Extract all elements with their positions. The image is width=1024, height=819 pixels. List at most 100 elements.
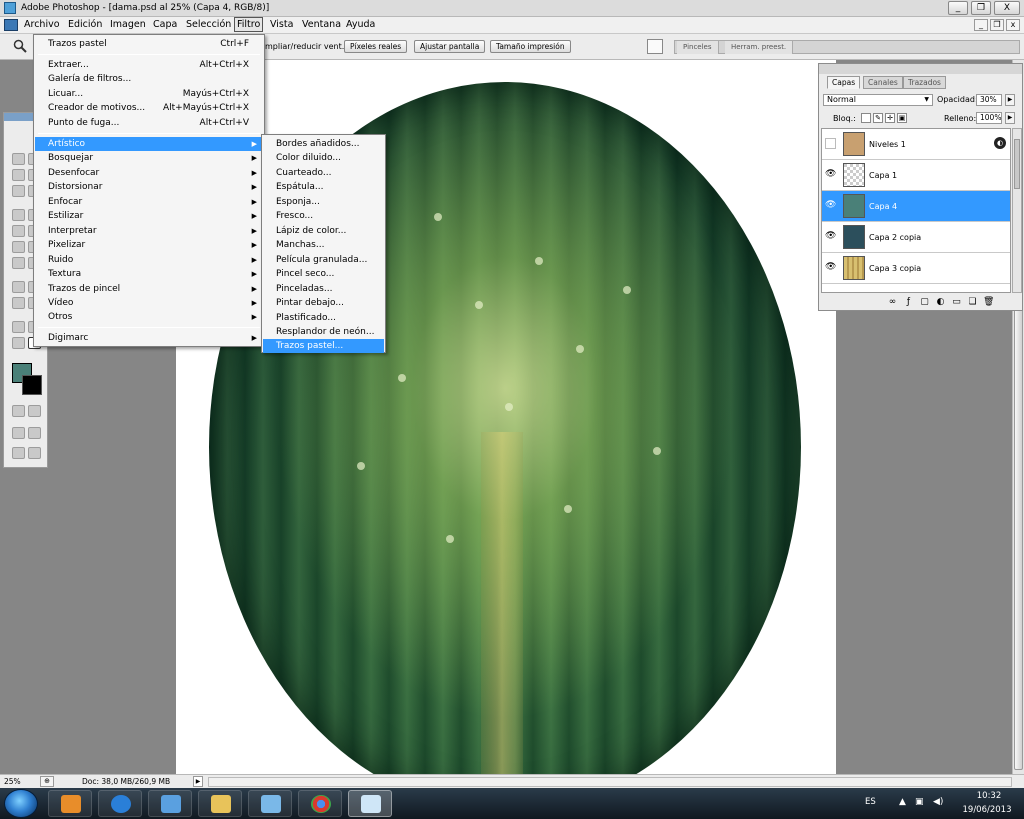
menu-item-extraer[interactable]: Extraer... Alt+Ctrl+X: [35, 58, 263, 72]
menu-item-bosquejar[interactable]: Bosquejar ▶: [35, 151, 263, 165]
fill-slider-arrow[interactable]: ▶: [1005, 112, 1015, 124]
clock-date[interactable]: 19/06/2013: [961, 805, 1013, 815]
language-indicator[interactable]: ES: [865, 797, 876, 807]
notes-tool-icon[interactable]: [12, 321, 25, 333]
submenu-item-lapiz-color[interactable]: Lápiz de color...: [263, 224, 384, 238]
path-selection-tool-icon[interactable]: [12, 281, 25, 293]
lock-position-icon[interactable]: ✛: [885, 113, 895, 123]
layers-scrollbar[interactable]: [1012, 128, 1022, 293]
zoom-menu-icon[interactable]: ⊕: [40, 776, 54, 787]
taskbar-chrome[interactable]: [298, 790, 342, 817]
trash-icon[interactable]: 🗑: [983, 297, 994, 308]
layer-row-capa-4[interactable]: 👁 Capa 4: [822, 191, 1010, 222]
hand-tool-icon[interactable]: [12, 337, 25, 349]
tab-trazados[interactable]: Trazados: [903, 76, 946, 89]
volume-icon[interactable]: ◀): [933, 797, 943, 807]
blend-mode-select[interactable]: Normal ▼: [823, 94, 933, 106]
clone-stamp-tool-icon[interactable]: [12, 225, 25, 237]
menu-item-punto-fuga[interactable]: Punto de fuga... Alt+Ctrl+V: [35, 116, 263, 130]
submenu-item-esponja[interactable]: Esponja...: [263, 195, 384, 209]
menu-item-interpretar[interactable]: Interpretar ▶: [35, 224, 263, 238]
eraser-tool-icon[interactable]: [12, 241, 25, 253]
menu-seleccion[interactable]: Selección: [186, 19, 231, 30]
new-group-icon[interactable]: ▭: [951, 297, 962, 308]
layer-row-capa-2-copia[interactable]: 👁 Capa 2 copia: [822, 222, 1010, 253]
zoom-level[interactable]: 25%: [4, 777, 21, 786]
start-button[interactable]: [4, 789, 38, 818]
doc-minimize-button[interactable]: _: [974, 19, 988, 31]
fill-input[interactable]: 100%: [976, 112, 1002, 124]
menu-item-desenfocar[interactable]: Desenfocar ▶: [35, 166, 263, 180]
taskbar-media-player[interactable]: [48, 790, 92, 817]
eye-icon[interactable]: 👁: [825, 231, 836, 242]
menu-item-enfocar[interactable]: Enfocar ▶: [35, 195, 263, 209]
taskbar-internet-explorer[interactable]: [98, 790, 142, 817]
menu-filtro[interactable]: Filtro: [234, 17, 264, 32]
menu-vista[interactable]: Vista: [270, 19, 293, 30]
submenu-item-bordes-anadidos[interactable]: Bordes añadidos...: [263, 137, 384, 151]
zoom-tool-icon[interactable]: [13, 39, 27, 53]
opacity-slider-arrow[interactable]: ▶: [1005, 94, 1015, 106]
horizontal-scrollbar[interactable]: [208, 777, 1012, 787]
layer-style-icon[interactable]: ƒ: [903, 297, 914, 308]
jump-to-imageready-icon[interactable]: [12, 447, 25, 459]
submenu-item-pelicula-granulada[interactable]: Película granulada...: [263, 253, 384, 267]
menu-item-distorsionar[interactable]: Distorsionar ▶: [35, 180, 263, 194]
full-screen-mode-icon[interactable]: [28, 427, 41, 439]
quick-mask-mode-icon[interactable]: [28, 405, 41, 417]
print-size-button[interactable]: Tamaño impresión: [490, 40, 571, 53]
new-layer-icon[interactable]: ❏: [967, 297, 978, 308]
document-icon[interactable]: [4, 19, 18, 31]
layer-row-capa-1[interactable]: 👁 Capa 1: [822, 160, 1010, 191]
opacity-input[interactable]: 30%: [976, 94, 1002, 106]
tab-canales[interactable]: Canales: [863, 76, 903, 89]
submenu-item-pintar-debajo[interactable]: Pintar debajo...: [263, 296, 384, 310]
submenu-item-fresco[interactable]: Fresco...: [263, 209, 384, 223]
screen-mode-icon[interactable]: [12, 427, 25, 439]
network-icon[interactable]: ▣: [915, 797, 924, 807]
healing-brush-tool-icon[interactable]: [12, 209, 25, 221]
menu-capa[interactable]: Capa: [153, 19, 177, 30]
eye-icon[interactable]: 👁: [825, 262, 836, 273]
tab-capas[interactable]: Capas: [827, 76, 861, 89]
restore-button[interactable]: ❐: [971, 1, 991, 15]
eye-icon[interactable]: 👁: [825, 169, 836, 180]
taskbar-photo-viewer[interactable]: [148, 790, 192, 817]
menu-item-video[interactable]: Vídeo ▶: [35, 296, 263, 310]
actual-pixels-button[interactable]: Píxeles reales: [344, 40, 408, 53]
layers-scroll-thumb[interactable]: [1014, 139, 1020, 189]
submenu-item-cuarteado[interactable]: Cuarteado...: [263, 166, 384, 180]
menu-item-ruido[interactable]: Ruido ▶: [35, 253, 263, 267]
tab-pinceles[interactable]: Pinceles: [677, 41, 719, 54]
menu-item-creador-motivos[interactable]: Creador de motivos... Alt+Mayús+Ctrl+X: [35, 101, 263, 115]
taskbar-photoshop[interactable]: [348, 790, 392, 817]
lasso-tool-icon[interactable]: [12, 169, 25, 181]
taskbar-network-app[interactable]: [248, 790, 292, 817]
submenu-item-manchas[interactable]: Manchas...: [263, 238, 384, 252]
menu-archivo[interactable]: Archivo: [24, 19, 60, 30]
background-color-swatch[interactable]: [22, 375, 42, 395]
adjustment-layer-icon[interactable]: ◐: [935, 297, 946, 308]
submenu-item-espatula[interactable]: Espátula...: [263, 180, 384, 194]
clock-time[interactable]: 10:32: [969, 791, 1009, 801]
crop-tool-icon[interactable]: [12, 185, 25, 197]
menu-item-otros[interactable]: Otros ▶: [35, 310, 263, 324]
layer-row-niveles-1[interactable]: Niveles 1 ◐: [822, 129, 1010, 160]
layer-row-capa-3-copia[interactable]: 👁 Capa 3 copia: [822, 253, 1010, 284]
tray-arrow-icon[interactable]: ▲: [899, 797, 906, 807]
imageready-icon[interactable]: [28, 447, 41, 459]
menu-item-estilizar[interactable]: Estilizar ▶: [35, 209, 263, 223]
marquee-tool-icon[interactable]: [12, 153, 25, 165]
go-to-bridge-icon[interactable]: [647, 39, 663, 54]
status-menu-arrow[interactable]: ▶: [193, 776, 203, 787]
menu-ayuda[interactable]: Ayuda: [346, 19, 375, 30]
menu-imagen[interactable]: Imagen: [110, 19, 146, 30]
menu-item-pixelizar[interactable]: Pixelizar ▶: [35, 238, 263, 252]
menu-item-trazos-pastel-last[interactable]: Trazos pastel Ctrl+F: [35, 37, 263, 51]
layer-mask-icon[interactable]: ▢: [919, 297, 930, 308]
standard-mode-icon[interactable]: [12, 405, 25, 417]
doc-restore-button[interactable]: ❐: [990, 19, 1004, 31]
visibility-toggle-icon[interactable]: [825, 138, 836, 149]
tab-herram-preest[interactable]: Herram. preest.: [725, 41, 794, 54]
lock-transparency-icon[interactable]: [861, 113, 871, 123]
